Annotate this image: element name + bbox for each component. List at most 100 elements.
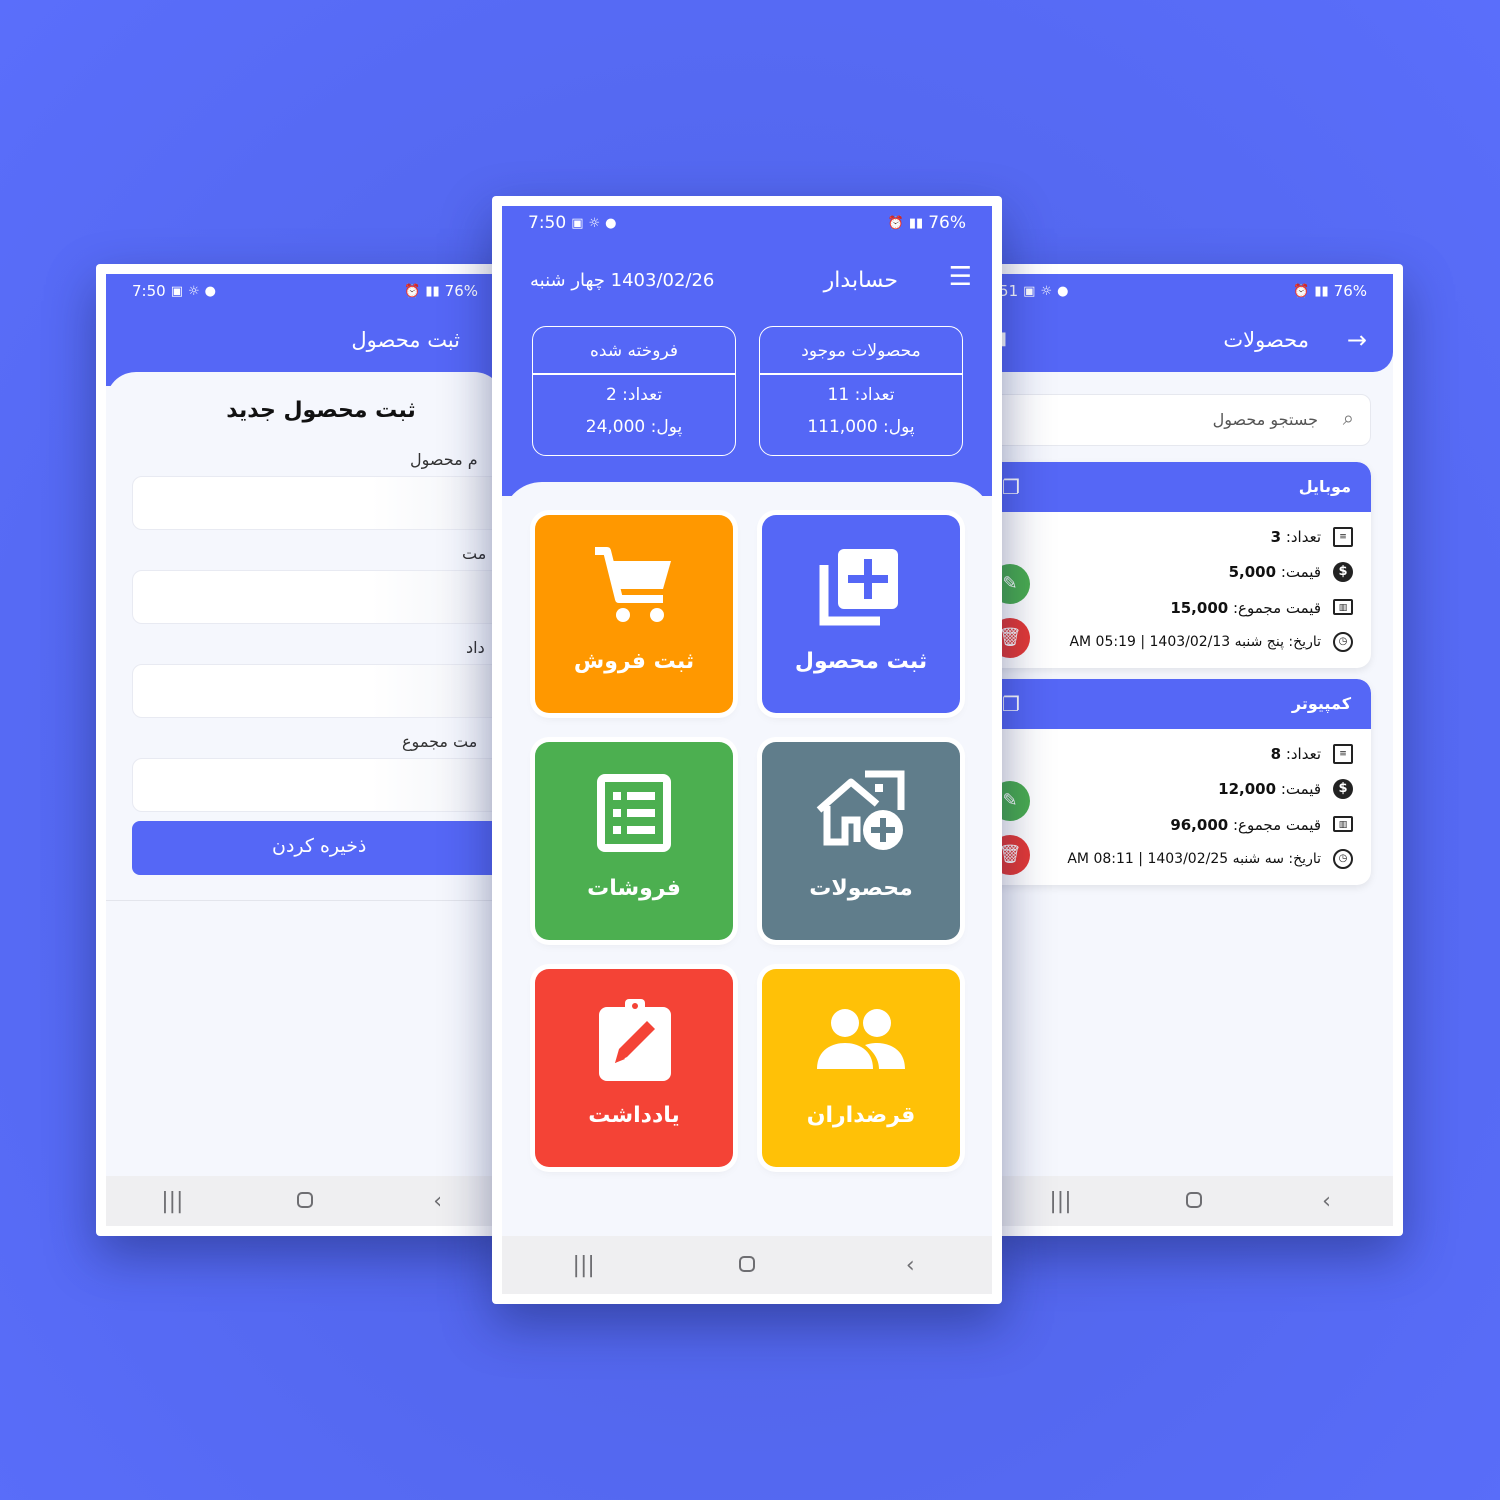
quantity-input[interactable]	[132, 664, 504, 718]
alarm-icon: ⏰	[887, 215, 904, 231]
pencil-icon: ✎	[1002, 573, 1018, 594]
stat-count: تعداد: 2	[605, 385, 663, 405]
badge-icon: ●	[1057, 283, 1069, 299]
dollar-icon: $	[1333, 779, 1353, 799]
back-button[interactable]: ‹	[890, 1253, 930, 1278]
product-name-input[interactable]	[132, 476, 504, 530]
badge-icon: ●	[605, 215, 617, 231]
gallery-icon: ▣	[170, 283, 183, 299]
arrow-right-icon[interactable]: →	[1347, 326, 1367, 354]
search-placeholder: جستجو محصول	[1212, 410, 1318, 429]
recents-button[interactable]: |||	[564, 1253, 604, 1278]
tile-notes[interactable]: یادداشت	[535, 969, 733, 1167]
status-bar: 7:50 ▣ ☼ ● ⏰ ▮▮ 76%	[106, 274, 504, 308]
battery-level: 76%	[928, 213, 966, 233]
product-count: تعداد: 8	[1270, 745, 1321, 763]
tile-products[interactable]: محصولات	[762, 742, 960, 940]
page-title: محصولات	[1223, 328, 1309, 352]
alarm-icon: ⏰	[404, 283, 421, 299]
register-product-screen: 7:50 ▣ ☼ ● ⏰ ▮▮ 76% ثبت محصول ثبت محصول …	[106, 274, 504, 1226]
stat-title: محصولات موجود	[801, 341, 921, 361]
badge-icon: ●	[204, 283, 216, 299]
price-label: مت	[462, 544, 487, 563]
alarm-icon: ⏰	[1293, 283, 1310, 299]
tile-sales[interactable]: فروشات	[535, 742, 733, 940]
sun-icon: ☼	[187, 283, 200, 299]
stat-money: پول: 24,000	[585, 417, 683, 437]
phone-products: :51 ▣ ☼ ● ⏰ ▮▮ 76% ■ محصولات → جستجو محص…	[986, 264, 1403, 1236]
money-icon: ▥	[1333, 816, 1353, 832]
stat-title: فروخته شده	[590, 341, 678, 361]
dollar-icon: $	[1333, 562, 1353, 582]
copy-icon[interactable]: ❐	[1002, 692, 1020, 716]
note-edit-icon	[535, 997, 733, 1097]
tile-add-product[interactable]: ثبت محصول	[762, 515, 960, 713]
home-button[interactable]	[727, 1253, 767, 1278]
phone-register-product: 7:50 ▣ ☼ ● ⏰ ▮▮ 76% ثبت محصول ثبت محصول …	[96, 264, 514, 1236]
gallery-icon: ▣	[1023, 283, 1036, 299]
list-icon: ≡	[1333, 744, 1353, 764]
pencil-icon: ✎	[1002, 790, 1018, 811]
product-name: کمپیوتر	[1291, 694, 1351, 713]
product-total: قیمت مجموع: 96,000	[1170, 816, 1321, 834]
search-input[interactable]: جستجو محصول ⌕	[994, 394, 1371, 446]
stat-money: پول: 111,000	[807, 417, 915, 437]
status-time: 7:50	[132, 282, 166, 300]
back-button[interactable]: ‹	[1307, 1189, 1347, 1214]
products-screen: :51 ▣ ☼ ● ⏰ ▮▮ 76% ■ محصولات → جستجو محص…	[994, 274, 1393, 1226]
back-button[interactable]: ‹	[418, 1189, 458, 1214]
tile-register-sale[interactable]: ثبت فروش	[535, 515, 733, 713]
recents-button[interactable]: |||	[152, 1189, 192, 1214]
product-card: موبایل ❐ ≡ تعداد: 3 $ قیمت: 5,000 ▥ قیمت…	[994, 462, 1371, 668]
system-nav-bar: ||| ‹	[502, 1236, 992, 1294]
search-icon: ⌕	[1342, 406, 1354, 430]
clock-icon: ◷	[1333, 632, 1353, 652]
product-price: قیمت: 12,000	[1218, 780, 1321, 798]
dashboard-screen: 7:50 ▣ ☼ ● ⏰ ▮▮ 76% ☰ حسابدار 1403/02/26…	[502, 206, 992, 1294]
form-title: ثبت محصول جدید	[226, 398, 416, 423]
gallery-icon: ▣	[571, 215, 584, 231]
sun-icon: ☼	[588, 215, 601, 231]
home-button[interactable]	[1174, 1189, 1214, 1214]
copy-icon[interactable]: ❐	[1002, 475, 1020, 499]
status-bar: 7:50 ▣ ☼ ● ⏰ ▮▮ 76%	[502, 206, 992, 240]
signal-icon: ▮▮	[425, 283, 440, 299]
phone-dashboard: 7:50 ▣ ☼ ● ⏰ ▮▮ 76% ☰ حسابدار 1403/02/26…	[492, 196, 1002, 1304]
app-title: حسابدار	[823, 268, 898, 293]
product-date: تاریخ: پنج شنبه 1403/02/13 | AM 05:19	[1069, 634, 1321, 650]
status-bar: :51 ▣ ☼ ● ⏰ ▮▮ 76%	[994, 274, 1393, 308]
recents-button[interactable]: |||	[1041, 1189, 1081, 1214]
product-total: قیمت مجموع: 15,000	[1170, 599, 1321, 617]
tile-label: یادداشت	[588, 1103, 680, 1128]
price-input[interactable]	[132, 570, 504, 624]
current-date: 1403/02/26 چهار شنبه	[530, 270, 715, 291]
product-card-header: موبایل ❐	[994, 462, 1371, 512]
clock-icon: ◷	[1333, 849, 1353, 869]
menu-icon[interactable]: ☰	[949, 262, 972, 292]
quantity-label: داد	[466, 638, 485, 657]
tile-label: ثبت محصول	[794, 649, 928, 674]
battery-level: 76%	[444, 282, 478, 300]
product-name: موبایل	[1298, 477, 1351, 496]
signal-icon: ▮▮	[908, 215, 924, 231]
home-button[interactable]	[285, 1189, 325, 1214]
cart-icon	[535, 543, 733, 643]
divider	[106, 900, 504, 901]
tile-debtors[interactable]: قرضداران	[762, 969, 960, 1167]
tile-label: محصولات	[809, 876, 913, 901]
product-price: قیمت: 5,000	[1228, 563, 1321, 581]
people-icon	[762, 997, 960, 1097]
stat-card-in-stock: محصولات موجود تعداد: 11 پول: 111,000	[759, 326, 963, 456]
divider	[760, 373, 962, 375]
add-product-icon	[762, 543, 960, 643]
total-price-input[interactable]	[132, 758, 504, 812]
tile-label: ثبت فروش	[573, 649, 695, 674]
system-nav-bar: ||| ‹	[994, 1176, 1393, 1226]
signal-icon: ▮▮	[1314, 283, 1329, 299]
total-price-label: مت مجموع	[402, 732, 478, 751]
system-nav-bar: ||| ‹	[106, 1176, 504, 1226]
product-date: تاریخ: سه شنبه 1403/02/25 | AM 08:11	[1067, 851, 1321, 867]
product-card: کمپیوتر ❐ ≡ تعداد: 8 $ قیمت: 12,000 ▥ قی…	[994, 679, 1371, 885]
store-add-icon	[762, 770, 960, 870]
save-button[interactable]: ذخیره کردن	[132, 821, 504, 875]
